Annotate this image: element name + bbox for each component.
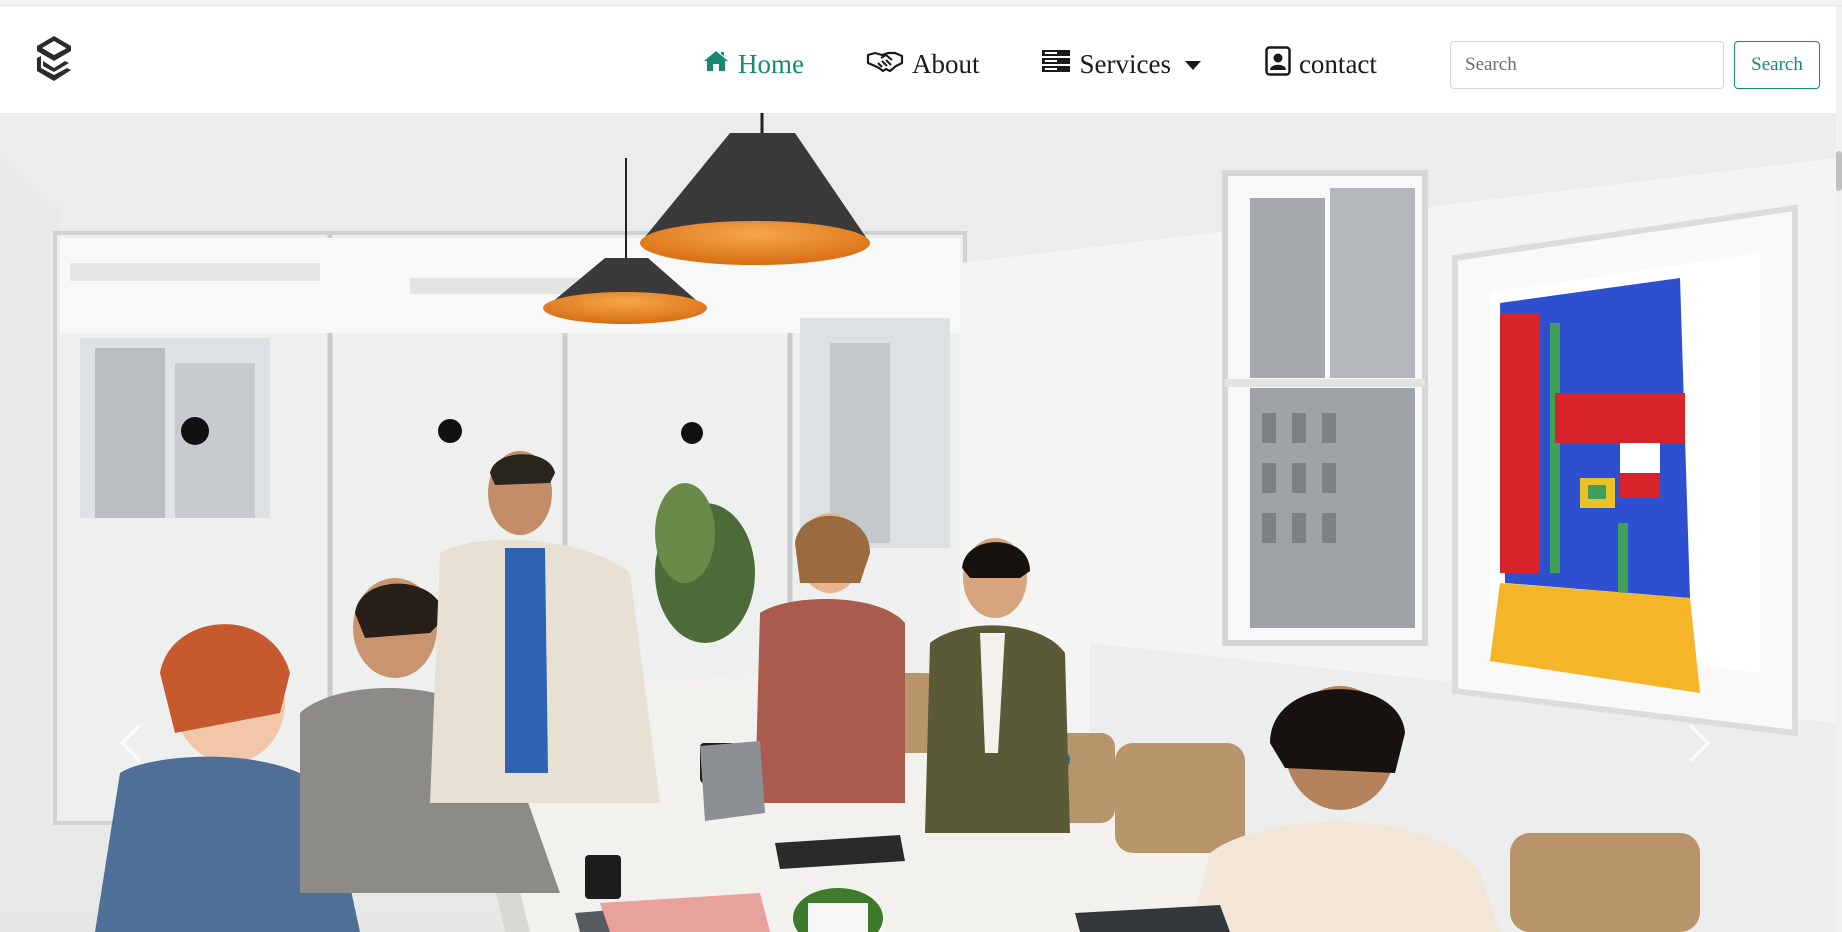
nav-home-link[interactable]: Home [702,49,804,80]
office-meeting-photo [0,113,1836,932]
nav-contact-label: contact [1298,48,1377,79]
carousel-prev-button[interactable] [102,703,162,783]
home-icon [702,49,730,80]
nav-contact-link[interactable]: contact [1265,45,1377,83]
search-input[interactable] [1450,41,1724,89]
hero-carousel [0,113,1836,932]
nav-services-label: Services [1079,48,1171,79]
chevron-left-icon [119,723,142,763]
nav-services-dropdown[interactable]: Services [1041,48,1201,80]
handshake-icon [866,49,904,80]
chevron-down-icon [1184,60,1201,70]
chevron-right-icon [1688,723,1711,763]
nav-about-link[interactable]: About [866,48,980,80]
carousel-next-button[interactable] [1668,703,1728,783]
page-scrollbar[interactable] [1836,6,1842,932]
navbar: Home About Services contact Search [0,6,1836,113]
search-form: Search [1450,41,1820,89]
scrollbar-thumb[interactable] [1836,151,1842,191]
contact-card-icon [1265,45,1291,83]
brand-logo[interactable] [34,34,74,86]
server-icon [1041,49,1071,80]
brand-logo-icon [37,36,71,81]
main-nav: Home About Services contact [702,42,1377,86]
search-button[interactable]: Search [1734,41,1820,89]
nav-home-label: Home [738,48,804,79]
nav-about-label: About [911,48,980,79]
